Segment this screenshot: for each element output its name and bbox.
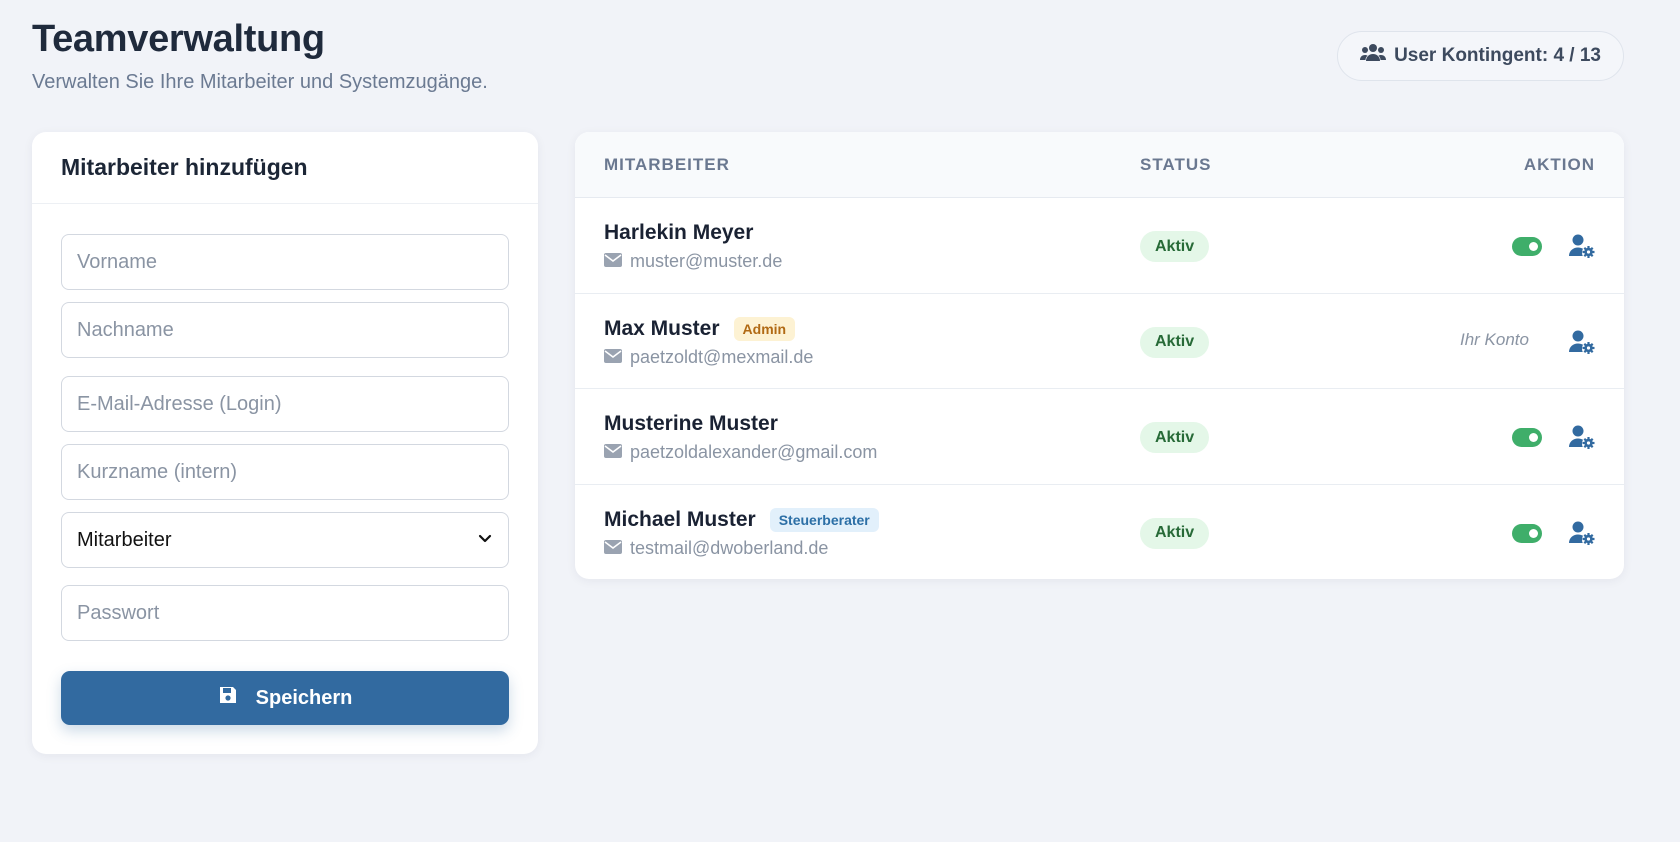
employee-name: Michael Muster: [604, 507, 756, 531]
user-settings-icon[interactable]: [1569, 330, 1595, 354]
role-select-value: Mitarbeiter: [77, 528, 172, 551]
envelope-icon: [604, 538, 622, 559]
table-row: Max Muster Admin paetzoldt@mexmail.de Ak…: [575, 294, 1624, 389]
status-badge: Aktiv: [1140, 326, 1210, 358]
table-header: MITARBEITER STATUS AKTION: [575, 132, 1624, 198]
employee-name: Max Muster: [604, 316, 720, 340]
shortname-input[interactable]: [61, 444, 509, 500]
users-icon: [1360, 43, 1387, 69]
role-badge-tax-advisor: Steuerberater: [769, 507, 879, 532]
add-employee-title: Mitarbeiter hinzufügen: [32, 132, 538, 204]
add-employee-card: Mitarbeiter hinzufügen Mitarbeiter Speic…: [32, 132, 538, 754]
user-settings-icon[interactable]: [1569, 425, 1595, 449]
employee-email: muster@muster.de: [630, 251, 783, 271]
save-button-label: Speichern: [255, 686, 353, 709]
column-header-status: STATUS: [1140, 155, 1212, 174]
user-settings-icon[interactable]: [1569, 521, 1595, 545]
lastname-input[interactable]: [61, 302, 509, 358]
employee-email: testmail@dwoberland.de: [630, 537, 829, 558]
firstname-input[interactable]: [61, 234, 509, 290]
envelope-icon: [604, 347, 622, 368]
role-badge-admin: Admin: [733, 316, 796, 341]
email-input[interactable]: [61, 376, 509, 432]
user-settings-icon[interactable]: [1569, 234, 1595, 258]
active-toggle[interactable]: [1512, 428, 1542, 447]
employee-name: Musterine Muster: [604, 412, 778, 435]
table-row: Musterine Muster paetzoldalexander@gmail…: [575, 389, 1624, 485]
password-input[interactable]: [61, 585, 509, 641]
role-select[interactable]: Mitarbeiter: [61, 512, 509, 568]
employee-email: paetzoldt@mexmail.de: [630, 346, 814, 367]
floppy-disk-icon: [218, 685, 238, 711]
employee-name: Harlekin Meyer: [604, 221, 754, 244]
status-badge: Aktiv: [1140, 231, 1210, 262]
envelope-icon: [604, 442, 622, 463]
chevron-down-icon: [477, 529, 493, 552]
own-account-label: Ihr Konto: [1460, 329, 1529, 349]
page-subtitle: Verwalten Sie Ihre Mitarbeiter und Syste…: [32, 71, 488, 93]
employee-table: MITARBEITER STATUS AKTION Harlekin Meyer…: [575, 132, 1624, 579]
envelope-icon: [604, 251, 622, 272]
page-title: Teamverwaltung: [32, 18, 325, 60]
save-button[interactable]: Speichern: [61, 671, 509, 725]
employee-email: paetzoldalexander@gmail.com: [630, 442, 878, 462]
status-badge: Aktiv: [1140, 517, 1210, 549]
active-toggle[interactable]: [1512, 237, 1542, 256]
table-row: Michael Muster Steuerberater testmail@dw…: [575, 485, 1624, 580]
table-row: Harlekin Meyer muster@muster.de Aktiv: [575, 198, 1624, 294]
user-quota-badge: User Kontingent: 4 / 13: [1337, 31, 1624, 81]
user-quota-label: User Kontingent: 4 / 13: [1394, 45, 1601, 66]
status-badge: Aktiv: [1140, 422, 1210, 453]
active-toggle[interactable]: [1512, 523, 1542, 543]
column-header-employee: MITARBEITER: [604, 155, 730, 174]
column-header-action: AKTION: [1523, 155, 1595, 174]
